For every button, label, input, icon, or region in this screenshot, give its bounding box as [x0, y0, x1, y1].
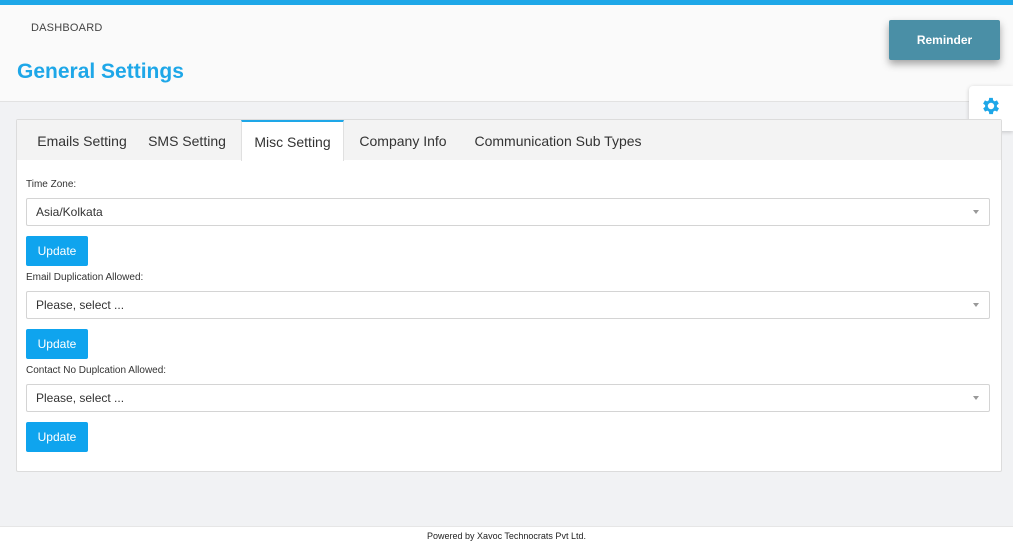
tab-emails-setting[interactable]: Emails Setting	[26, 120, 138, 160]
chevron-down-icon	[973, 396, 979, 400]
tab-sms-setting[interactable]: SMS Setting	[145, 120, 229, 160]
reminder-button[interactable]: Reminder	[889, 20, 1000, 60]
gear-icon	[980, 95, 1002, 122]
update-timezone-button[interactable]: Update	[26, 236, 88, 266]
email-duplication-label: Email Duplication Allowed:	[26, 272, 144, 283]
update-contact-duplication-button[interactable]: Update	[26, 422, 88, 452]
settings-tabs: Emails Setting SMS Setting Misc Setting …	[17, 120, 1001, 161]
contact-duplication-select[interactable]: Please, select ...	[26, 384, 990, 412]
page-header: DASHBOARD General Settings	[0, 5, 1013, 102]
timezone-select[interactable]: Asia/Kolkata	[26, 198, 990, 226]
breadcrumb[interactable]: DASHBOARD	[31, 22, 102, 34]
contact-duplication-value: Please, select ...	[36, 391, 125, 405]
timezone-value: Asia/Kolkata	[36, 205, 103, 219]
tab-communication-sub-types[interactable]: Communication Sub Types	[468, 120, 648, 160]
settings-card: Emails Setting SMS Setting Misc Setting …	[16, 119, 1002, 472]
footer-text: Powered by Xavoc Technocrats Pvt Ltd.	[427, 531, 586, 541]
update-email-duplication-button[interactable]: Update	[26, 329, 88, 359]
tab-company-info[interactable]: Company Info	[353, 120, 453, 160]
footer: Powered by Xavoc Technocrats Pvt Ltd.	[0, 526, 1013, 552]
timezone-label: Time Zone:	[26, 179, 77, 190]
chevron-down-icon	[973, 303, 979, 307]
page-title: General Settings	[17, 60, 184, 83]
email-duplication-select[interactable]: Please, select ...	[26, 291, 990, 319]
tab-misc-setting[interactable]: Misc Setting	[241, 120, 344, 161]
chevron-down-icon	[973, 210, 979, 214]
contact-duplication-label: Contact No Duplcation Allowed:	[26, 365, 167, 376]
email-duplication-value: Please, select ...	[36, 298, 125, 312]
